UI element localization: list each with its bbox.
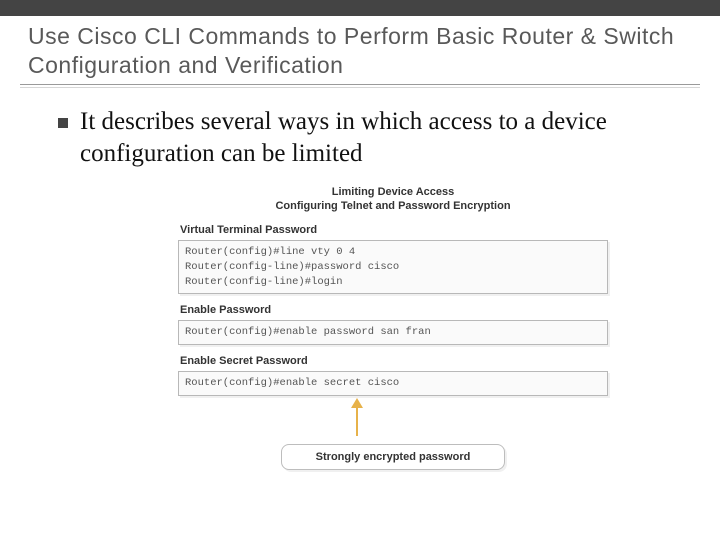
slide: Use Cisco CLI Commands to Perform Basic … [0,0,720,540]
top-accent-bar [0,0,720,16]
enable-pw-code-box: Router(config)#enable password san fran [178,320,608,345]
vty-code-line2: Router(config-line)#password cisco [185,261,399,273]
enable-secret-label: Enable Secret Password [180,355,608,367]
bullet-marker-icon [58,118,68,128]
diagram: Limiting Device Access Configuring Telne… [178,185,608,470]
slide-body: It describes several ways in which acces… [0,88,720,470]
enable-secret-code-line1: Router(config)#enable secret cisco [185,377,399,389]
slide-title: Use Cisco CLI Commands to Perform Basic … [0,16,720,84]
diagram-title: Limiting Device Access Configuring Telne… [178,185,608,215]
diagram-title-line1: Limiting Device Access [178,185,608,200]
enable-pw-code-line1: Router(config)#enable password san fran [185,326,431,338]
diagram-title-line2: Configuring Telnet and Password Encrypti… [178,199,608,214]
callout-box: Strongly encrypted password [281,444,505,470]
arrow [178,398,608,444]
arrow-stem-icon [356,406,358,436]
enable-secret-code-box: Router(config)#enable secret cisco [178,371,608,396]
bullet-item: It describes several ways in which acces… [58,106,680,171]
enable-pw-label: Enable Password [180,304,608,316]
vty-code-line3: Router(config-line)#login [185,276,343,288]
vty-code-box: Router(config)#line vty 0 4 Router(confi… [178,240,608,294]
bullet-text: It describes several ways in which acces… [80,106,680,171]
vty-code-line1: Router(config)#line vty 0 4 [185,246,355,258]
vty-label: Virtual Terminal Password [180,224,608,236]
